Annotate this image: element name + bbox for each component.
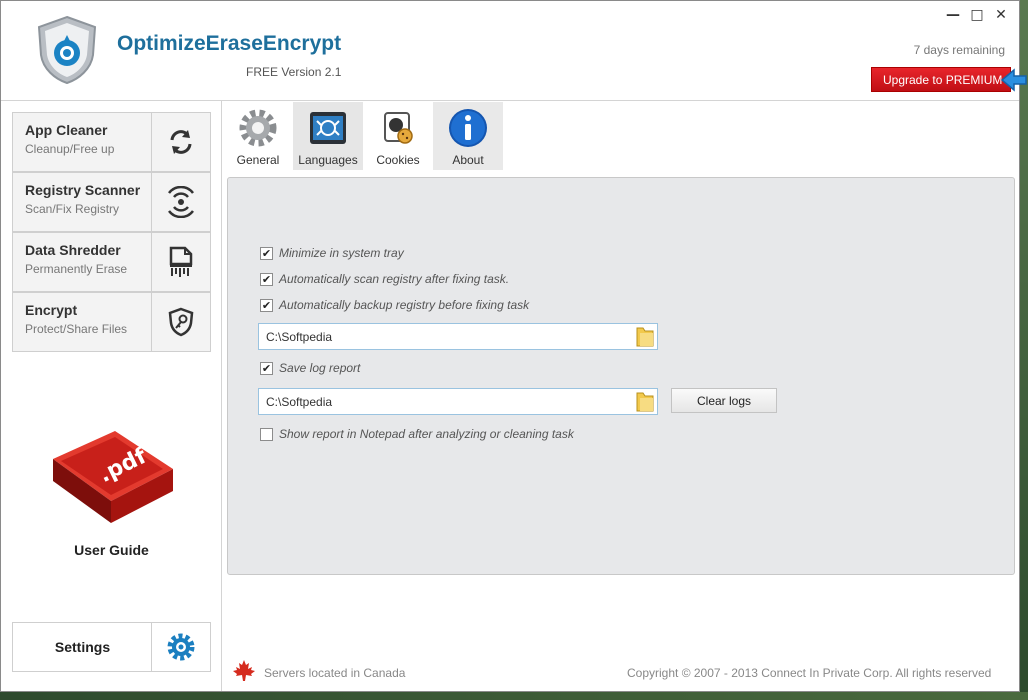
tab-label: Languages	[298, 153, 358, 167]
desktop-background	[1020, 0, 1028, 700]
sidebar: App Cleaner Cleanup/Free up Registry Sca…	[1, 101, 222, 691]
sidebar-item-title: Encrypt	[25, 302, 78, 318]
days-remaining-text: 7 days remaining	[913, 43, 1005, 57]
shield-logo-icon	[37, 15, 97, 85]
upgrade-button[interactable]: Upgrade to PREMIUM	[871, 67, 1011, 92]
pdf-icon[interactable]: .pdf	[45, 429, 177, 525]
refresh-icon	[170, 130, 192, 154]
tab-languages[interactable]: Languages	[293, 102, 363, 170]
save-log-checkbox[interactable]: ✔	[260, 361, 273, 375]
show-notepad-label: Show report in Notepad after analyzing o…	[279, 427, 574, 441]
sidebar-item-encrypt[interactable]: Encrypt Protect/Share Files	[12, 292, 211, 352]
auto-scan-option[interactable]: ✔ Automatically scan registry after fixi…	[260, 272, 509, 286]
auto-backup-label: Automatically backup registry before fix…	[279, 298, 530, 312]
desktop-background-bottom	[0, 692, 1028, 700]
auto-scan-label: Automatically scan registry after fixing…	[279, 272, 510, 286]
user-guide-link[interactable]: User Guide	[1, 542, 222, 558]
sidebar-item-subtitle: Scan/Fix Registry	[25, 202, 120, 216]
tab-label: General	[236, 153, 280, 167]
gear-icon	[239, 109, 277, 147]
sidebar-item-subtitle: Protect/Share Files	[25, 322, 128, 336]
sidebar-item-subtitle: Cleanup/Free up	[25, 142, 115, 156]
save-log-label: Save log report	[279, 361, 361, 375]
sidebar-item-subtitle: Permanently Erase	[25, 262, 128, 276]
backup-path-field[interactable]: C:\Softpedia	[258, 323, 658, 350]
auto-backup-option[interactable]: ✔ Automatically backup registry before f…	[260, 298, 529, 312]
shield-key-icon	[168, 307, 194, 337]
backup-path-value: C:\Softpedia	[266, 329, 333, 344]
servers-location-text: Servers located in Canada	[264, 666, 406, 680]
auto-backup-checkbox[interactable]: ✔	[260, 298, 273, 312]
sidebar-item-title: Registry Scanner	[25, 182, 141, 198]
app-window: OptimizeEraseEncrypt FREE Version 2.1 — …	[0, 0, 1020, 692]
save-log-option[interactable]: ✔ Save log report	[260, 361, 360, 375]
log-path-field[interactable]: C:\Softpedia	[258, 388, 658, 415]
tab-general[interactable]: General	[223, 102, 293, 170]
maximize-button[interactable]: □	[969, 7, 985, 23]
maple-leaf-icon	[233, 660, 255, 681]
scan-waves-icon	[168, 186, 194, 218]
sidebar-item-registry-scanner[interactable]: Registry Scanner Scan/Fix Registry	[12, 172, 211, 232]
clear-logs-button[interactable]: Clear logs	[671, 388, 777, 413]
settings-tabs: General Languages Cookies About	[223, 102, 503, 170]
settings-button[interactable]: Settings	[12, 622, 211, 672]
sidebar-item-app-cleaner[interactable]: App Cleaner Cleanup/Free up	[12, 112, 211, 172]
arrow-left-icon	[1000, 68, 1027, 92]
minimize-button[interactable]: —	[945, 7, 961, 23]
info-icon	[449, 109, 487, 147]
languages-icon	[310, 112, 346, 144]
sidebar-item-title: App Cleaner	[25, 122, 108, 138]
sidebar-item-title: Data Shredder	[25, 242, 121, 258]
minimize-tray-option[interactable]: ✔ Minimize in system tray	[260, 246, 404, 260]
show-notepad-option[interactable]: Show report in Notepad after analyzing o…	[260, 427, 574, 441]
shredder-icon	[169, 246, 193, 277]
copyright-text: Copyright © 2007 - 2013 Connect In Priva…	[627, 666, 992, 680]
auto-scan-checkbox[interactable]: ✔	[260, 272, 273, 286]
general-settings-panel: ✔ Minimize in system tray ✔ Automaticall…	[227, 177, 1015, 575]
show-notepad-checkbox[interactable]	[260, 427, 273, 441]
window-controls: — □ ✕	[945, 7, 1009, 23]
minimize-tray-checkbox[interactable]: ✔	[260, 246, 273, 260]
folder-icon[interactable]	[635, 391, 655, 413]
app-version: FREE Version 2.1	[246, 65, 342, 79]
app-title: OptimizeEraseEncrypt	[117, 32, 342, 55]
gear-icon	[167, 633, 195, 661]
tab-cookies[interactable]: Cookies	[363, 102, 433, 170]
app-header: OptimizeEraseEncrypt FREE Version 2.1 — …	[1, 1, 1019, 101]
tab-label: Cookies	[376, 153, 420, 167]
close-button[interactable]: ✕	[993, 7, 1009, 23]
log-path-value: C:\Softpedia	[266, 394, 333, 409]
folder-icon[interactable]	[635, 326, 655, 348]
tab-label: About	[452, 153, 484, 167]
settings-label: Settings	[54, 639, 111, 655]
minimize-tray-label: Minimize in system tray	[279, 246, 404, 260]
cookie-icon	[384, 112, 413, 144]
sidebar-item-data-shredder[interactable]: Data Shredder Permanently Erase	[12, 232, 211, 292]
tab-about[interactable]: About	[433, 102, 503, 170]
upgrade-button-label: Upgrade to PREMIUM	[883, 72, 1003, 87]
